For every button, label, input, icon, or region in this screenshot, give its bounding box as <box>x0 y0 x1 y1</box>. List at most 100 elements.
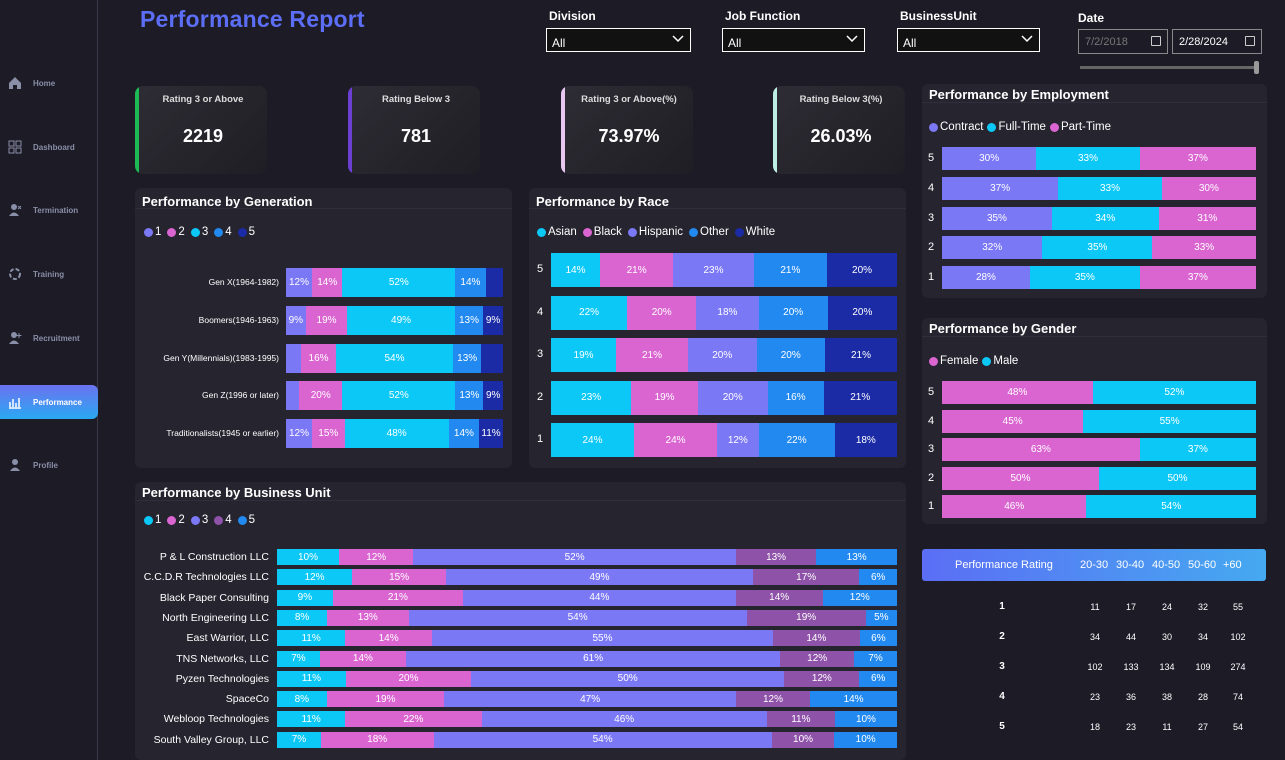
race-bar-segment[interactable]: 18% <box>834 423 897 457</box>
business_unit-bar-row[interactable]: 8% 13% 54% 19% 5% <box>277 609 897 626</box>
generation-bar-segment[interactable]: 12% <box>286 268 313 297</box>
employment-bar-segment[interactable]: 37% <box>1139 266 1256 290</box>
employment-bar-segment[interactable]: 37% <box>1139 147 1256 170</box>
race-bar-segment[interactable]: 22% <box>551 295 628 330</box>
employment-bar-segment[interactable]: 31% <box>1158 206 1256 230</box>
business_unit-bar-segment[interactable]: 19% <box>326 691 445 708</box>
legend-item[interactable]: 5 <box>237 226 255 238</box>
generation-bar-segment[interactable]: 12% <box>286 419 313 449</box>
business_unit-bar-segment[interactable]: 14% <box>735 589 823 606</box>
gender-bar-segment[interactable]: 45% <box>942 409 1084 433</box>
gender-bar-segment[interactable]: 55% <box>1083 409 1256 433</box>
race-bar-segment[interactable]: 12% <box>717 423 759 457</box>
business_unit-bar-segment[interactable]: 12% <box>784 670 860 687</box>
business_unit-bar-row[interactable]: 7% 14% 61% 12% 7% <box>277 650 897 667</box>
race-bar-segment[interactable]: 20% <box>756 338 826 372</box>
calendar-icon[interactable] <box>1245 36 1255 46</box>
generation-bar-segment[interactable]: 14% <box>312 268 343 297</box>
business_unit-bar-segment[interactable]: 5% <box>865 609 897 626</box>
calendar-icon[interactable] <box>1151 36 1161 46</box>
business_unit-bar-segment[interactable]: 11% <box>277 711 346 728</box>
legend-item[interactable]: 3 <box>190 226 208 238</box>
race-bar-segment[interactable]: 20% <box>627 295 697 330</box>
division-select[interactable]: All <box>546 28 691 52</box>
business_unit-bar-segment[interactable]: 11% <box>766 711 835 728</box>
business_unit-bar-row[interactable]: 11% 20% 50% 12% 6% <box>277 670 897 687</box>
gender-bar-segment[interactable]: 37% <box>1139 438 1256 462</box>
business_unit-bar-segment[interactable]: 20% <box>345 670 472 687</box>
business_unit-bar-segment[interactable]: 6% <box>859 630 897 647</box>
race-bar-segment[interactable]: 23% <box>673 253 754 287</box>
business_unit-bar-segment[interactable]: 11% <box>277 630 346 647</box>
business_unit-bar-segment[interactable]: 47% <box>444 691 736 708</box>
legend-item[interactable]: Other <box>689 226 729 238</box>
business_unit-bar-segment[interactable]: 12% <box>339 549 414 565</box>
race-bar-row[interactable]: 22% 20% 18% 20% 20% <box>551 295 897 330</box>
business_unit-bar-segment[interactable]: 55% <box>431 630 773 647</box>
race-bar-row[interactable]: 19% 21% 20% 20% 21% <box>551 338 897 372</box>
employment-bar-row[interactable]: 28% 35% 37% <box>942 266 1256 290</box>
employment-bar-row[interactable]: 32% 35% 33% <box>942 236 1256 260</box>
sidebar-item-dashboard[interactable]: Dashboard <box>0 130 98 164</box>
race-bar-segment[interactable]: 24% <box>551 423 635 457</box>
business_unit-bar-row[interactable]: 10% 12% 52% 13% 13% <box>277 549 897 565</box>
business_unit-bar-segment[interactable]: 6% <box>859 569 897 586</box>
employment-bar-segment[interactable]: 30% <box>1161 176 1256 200</box>
sidebar-item-profile[interactable]: Profile <box>0 448 98 482</box>
sidebar-item-home[interactable]: Home <box>0 66 98 100</box>
race-bar-segment[interactable]: 22% <box>758 423 835 457</box>
date-end-input[interactable]: 2/28/2024 <box>1172 29 1262 54</box>
date-start-input[interactable]: 7/2/2018 <box>1078 29 1168 54</box>
generation-bar-segment[interactable]: 15% <box>312 419 345 449</box>
generation-bar-segment[interactable]: 14% <box>448 419 480 449</box>
business_unit-bar-segment[interactable]: 50% <box>471 670 785 687</box>
generation-bar-segment[interactable]: 49% <box>347 305 455 335</box>
employment-bar-row[interactable]: 35% 34% 31% <box>942 206 1256 230</box>
business_unit-bar-segment[interactable]: 61% <box>405 650 781 667</box>
business_unit-bar-row[interactable]: 7% 18% 54% 10% 10% <box>277 731 897 748</box>
generation-bar-row[interactable]: 12% 15% 48% 14% 11% <box>286 419 503 449</box>
legend-item[interactable]: 1 <box>144 226 161 238</box>
business_unit-bar-segment[interactable]: 6% <box>859 670 897 687</box>
employment-bar-segment[interactable]: 33% <box>1152 236 1256 260</box>
generation-bar-segment[interactable]: 13% <box>455 381 484 411</box>
employment-bar-segment[interactable]: 32% <box>942 236 1043 260</box>
generation-bar-segment[interactable]: 54% <box>335 343 454 373</box>
race-bar-segment[interactable]: 19% <box>631 380 698 415</box>
business_unit-bar-segment[interactable]: 10% <box>834 711 897 728</box>
generation-bar-segment[interactable]: 11% <box>479 419 503 449</box>
legend-item[interactable]: Asian <box>537 226 577 238</box>
business_unit-bar-segment[interactable]: 46% <box>481 711 767 728</box>
employment-bar-segment[interactable]: 30% <box>942 147 1037 170</box>
generation-bar-segment[interactable]: 20% <box>299 381 343 411</box>
generation-bar-segment[interactable] <box>286 381 300 411</box>
generation-bar-segment[interactable] <box>485 268 503 297</box>
race-bar-segment[interactable]: 21% <box>823 380 897 415</box>
business_unit-bar-segment[interactable]: 15% <box>352 569 447 586</box>
business_unit-bar-row[interactable]: 12% 15% 49% 17% 6% <box>277 569 897 586</box>
race-bar-segment[interactable]: 21% <box>753 253 828 287</box>
generation-bar-row[interactable]: 12% 14% 52% 14% <box>286 268 503 297</box>
job-function-select[interactable]: All <box>722 28 865 52</box>
business_unit-bar-segment[interactable]: 12% <box>822 589 897 606</box>
generation-bar-segment[interactable]: 9% <box>483 381 503 411</box>
legend-item[interactable]: 4 <box>214 226 232 238</box>
employment-bar-segment[interactable]: 35% <box>1042 236 1153 260</box>
gender-bar-segment[interactable]: 50% <box>1099 466 1256 490</box>
gender-bar-row[interactable]: 48% 52% <box>942 381 1256 404</box>
business_unit-bar-segment[interactable]: 21% <box>332 589 463 606</box>
generation-bar-segment[interactable]: 52% <box>342 268 456 297</box>
legend-item[interactable]: Female <box>929 355 978 367</box>
employment-bar-segment[interactable]: 33% <box>1058 176 1162 200</box>
business_unit-bar-row[interactable]: 8% 19% 47% 12% 14% <box>277 691 897 708</box>
business_unit-bar-segment[interactable]: 13% <box>327 609 409 626</box>
business_unit-bar-segment[interactable]: 8% <box>277 609 328 626</box>
race-bar-segment[interactable]: 16% <box>767 380 824 415</box>
legend-item[interactable]: Male <box>982 355 1018 367</box>
generation-bar-segment[interactable]: 16% <box>301 343 336 373</box>
employment-bar-row[interactable]: 37% 33% 30% <box>942 176 1256 200</box>
business_unit-bar-segment[interactable]: 7% <box>277 650 320 667</box>
race-bar-segment[interactable]: 18% <box>696 295 759 330</box>
legend-item[interactable]: Part-Time <box>1049 121 1111 133</box>
gender-bar-segment[interactable]: 48% <box>942 381 1093 404</box>
